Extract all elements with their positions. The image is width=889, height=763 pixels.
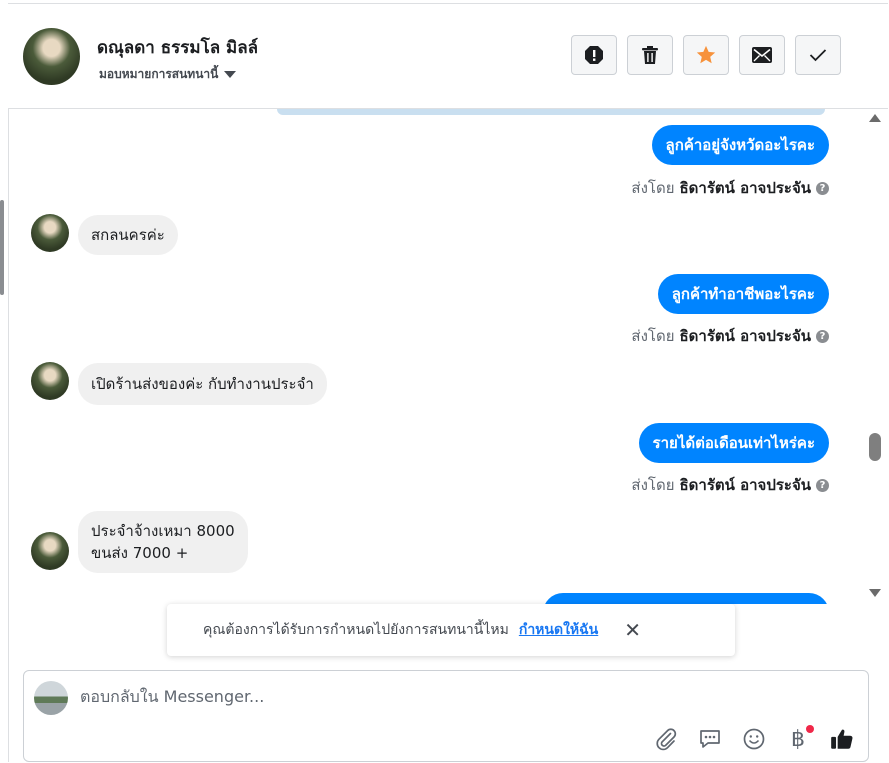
delete-button[interactable] — [627, 35, 673, 75]
trash-icon — [642, 46, 658, 64]
emoji-icon — [743, 728, 765, 750]
outgoing-message[interactable]: รายได้ต่อเดือนเท่าไหร่คะ — [638, 423, 829, 463]
saved-replies-button[interactable] — [696, 725, 724, 753]
sent-by-info: ส่งโดย ธิดารัตน์ อาจประจัน ? — [631, 473, 829, 497]
scroll-down-arrow[interactable] — [869, 589, 881, 597]
previous-attachment-preview[interactable] — [277, 109, 825, 115]
mark-done-button[interactable] — [795, 35, 841, 75]
assign-suggestion-text: คุณต้องการได้รับการกำหนดไปยังการสนทนานี้… — [203, 622, 509, 638]
assign-suggestion-banner: คุณต้องการได้รับการกำหนดไปยังการสนทนานี้… — [167, 604, 735, 656]
star-button[interactable] — [683, 35, 729, 75]
conversation-header: ดณุลดา ธรรมโล มิลล์ มอบหมายการสนทนานี้ — [8, 4, 888, 109]
emoji-button[interactable] — [740, 725, 768, 753]
close-icon[interactable]: ✕ — [624, 620, 641, 640]
sent-by-info: ส่งโดย ธิดารัตน์ อาจประจัน ? — [631, 324, 829, 348]
sent-by-name: ธิดารัตน์ อาจประจัน — [679, 476, 812, 494]
contact-avatar-small — [31, 214, 69, 252]
sent-by-info: ส่งโดย ธิดารัตน์ อาจประจัน ? — [631, 176, 829, 200]
message-line: ขนส่ง 7000 + — [91, 544, 189, 562]
sent-by-label: ส่งโดย — [631, 327, 675, 345]
outgoing-message-partial[interactable] — [543, 593, 829, 604]
contact-name[interactable]: ดณุลดา ธรรมโล มิลล์ — [97, 34, 258, 61]
mark-unread-button[interactable] — [739, 35, 785, 75]
help-icon[interactable]: ? — [816, 478, 829, 492]
reply-input[interactable] — [80, 687, 640, 706]
message-line: ประจำจ้างเหมา 8000 — [91, 522, 235, 540]
like-button[interactable] — [828, 725, 856, 753]
composer-tools: ฿ — [652, 725, 856, 753]
incoming-message[interactable]: สกลนครค่ะ — [78, 215, 178, 255]
sent-by-label: ส่งโดย — [631, 179, 675, 197]
sent-by-name: ธิดารัตน์ อาจประจัน — [679, 179, 812, 197]
outgoing-message[interactable]: ลูกค้าทำอาชีพอะไรคะ — [657, 274, 829, 314]
report-spam-button[interactable] — [571, 35, 617, 75]
assign-to-me-link[interactable]: กำหนดให้ฉัน — [519, 619, 598, 641]
page-avatar — [34, 681, 68, 715]
sent-by-label: ส่งโดย — [631, 476, 675, 494]
assign-conversation-dropdown[interactable]: มอบหมายการสนทนานี้ — [99, 65, 237, 84]
attach-icon — [656, 728, 677, 751]
assign-label: มอบหมายการสนทนานี้ — [99, 67, 219, 81]
help-icon[interactable]: ? — [816, 181, 829, 195]
outgoing-message[interactable]: ลูกค้าอยู่จังหวัดอะไรคะ — [651, 125, 829, 165]
baht-icon: ฿ — [791, 726, 805, 752]
header-actions — [571, 35, 841, 75]
scroll-up-arrow[interactable] — [869, 114, 881, 122]
star-icon — [696, 45, 716, 64]
saved-reply-icon — [700, 730, 720, 748]
notification-dot — [806, 725, 814, 733]
contact-avatar-small — [31, 362, 69, 400]
scrollbar-thumb[interactable] — [869, 433, 881, 461]
caret-down-icon — [224, 71, 237, 78]
incoming-message[interactable]: เปิดร้านส่งของค่ะ กับทำงานประจำ — [78, 363, 327, 405]
contact-avatar[interactable] — [23, 28, 80, 85]
help-icon[interactable]: ? — [816, 329, 829, 343]
attach-button[interactable] — [652, 725, 680, 753]
alert-icon — [585, 46, 603, 64]
check-icon — [809, 49, 827, 62]
panel-resize-handle[interactable] — [0, 200, 4, 295]
contact-avatar-small — [31, 532, 69, 570]
sent-by-name: ธิดารัตน์ อาจประจัน — [679, 327, 812, 345]
message-thread[interactable]: ลูกค้าอยู่จังหวัดอะไรคะ ส่งโดย ธิดารัตน์… — [9, 109, 867, 604]
reply-composer: ฿ — [23, 670, 869, 762]
payment-button[interactable]: ฿ — [784, 725, 814, 753]
incoming-message[interactable]: ประจำจ้างเหมา 8000 ขนส่ง 7000 + — [78, 511, 248, 573]
like-icon — [831, 729, 853, 749]
mail-icon — [752, 47, 772, 63]
